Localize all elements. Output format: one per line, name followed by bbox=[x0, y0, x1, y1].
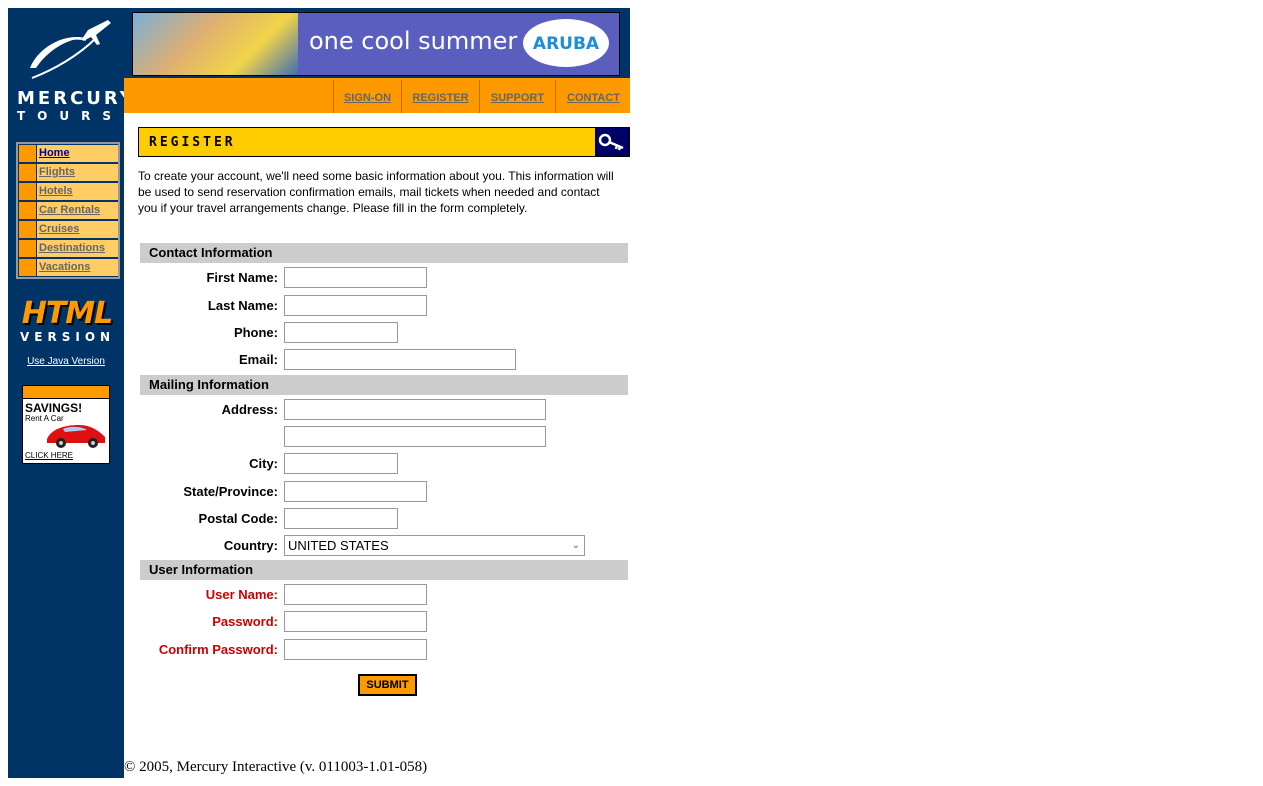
footer-copyright: © 2005, Mercury Interactive (v. 011003-1… bbox=[124, 759, 428, 775]
section-contact-information: Contact Information bbox=[140, 243, 628, 263]
last-name-label: Last Name: bbox=[207, 298, 278, 313]
country-selected-value: UNITED STATES bbox=[288, 538, 389, 553]
ad-headline: SAVINGS! bbox=[25, 401, 83, 415]
top-nav-link-contact[interactable]: CONTACT bbox=[567, 92, 620, 104]
side-nav-link-vacations[interactable]: Vacations bbox=[39, 261, 90, 273]
top-nav: SIGN-ON REGISTER SUPPORT CONTACT bbox=[124, 78, 630, 113]
side-nav-link-cruises[interactable]: Cruises bbox=[39, 223, 79, 235]
side-nav: Home Flights Hotels Car Rentals Cruises … bbox=[16, 142, 120, 279]
address-line1-input[interactable] bbox=[284, 399, 546, 420]
state-label: State/Province: bbox=[183, 484, 278, 499]
email-label: Email: bbox=[238, 352, 278, 367]
top-nav-item-sign-on: SIGN-ON bbox=[333, 80, 401, 113]
red-car-icon bbox=[47, 425, 105, 448]
password-input[interactable] bbox=[284, 611, 427, 632]
bullet-square-icon bbox=[19, 240, 36, 257]
side-nav-item-hotels: Hotels bbox=[18, 182, 118, 201]
postal-code-label: Postal Code: bbox=[198, 511, 278, 526]
top-nav-item-contact: CONTACT bbox=[555, 80, 631, 113]
state-input[interactable] bbox=[284, 481, 427, 502]
brand-name-line1: MERCURY bbox=[17, 88, 136, 109]
section-user-information: User Information bbox=[140, 560, 628, 580]
country-label: Country: bbox=[223, 538, 278, 553]
top-nav-link-sign-on[interactable]: SIGN-ON bbox=[344, 92, 391, 104]
user-name-label: User Name: bbox=[205, 587, 278, 602]
page-title: REGISTER bbox=[149, 135, 236, 150]
page-title-bar: REGISTER bbox=[138, 127, 630, 157]
html-version-subtitle: VERSION bbox=[20, 330, 116, 344]
side-nav-item-destinations: Destinations bbox=[18, 239, 118, 258]
last-name-input[interactable] bbox=[284, 295, 427, 316]
postal-code-input[interactable] bbox=[284, 508, 398, 529]
address-label: Address: bbox=[221, 402, 278, 417]
sidebar: MERCURY TOURS Home Flights Hotels Car Re… bbox=[8, 8, 133, 778]
top-nav-item-support: SUPPORT bbox=[479, 80, 555, 113]
side-nav-item-flights: Flights bbox=[18, 163, 118, 182]
side-nav-link-destinations[interactable]: Destinations bbox=[39, 242, 105, 254]
first-name-label: First Name: bbox=[206, 270, 278, 285]
side-nav-item-car-rentals: Car Rentals bbox=[18, 201, 118, 220]
mercury-tours-logo[interactable]: MERCURY TOURS bbox=[8, 8, 133, 138]
intro-text: To create your account, we'll need some … bbox=[138, 169, 614, 215]
banner-photo bbox=[133, 13, 298, 75]
banner-ad[interactable]: one cool summer ARUBA bbox=[132, 12, 620, 76]
top-nav-link-register[interactable]: REGISTER bbox=[412, 92, 468, 104]
submit-button[interactable]: SUBMIT bbox=[358, 674, 417, 696]
side-nav-link-car-rentals[interactable]: Car Rentals bbox=[39, 204, 100, 216]
banner-text: one cool summer bbox=[309, 27, 518, 55]
password-label: Password: bbox=[212, 614, 278, 629]
side-nav-link-home[interactable]: Home bbox=[39, 147, 70, 159]
address-line2-input[interactable] bbox=[284, 426, 546, 447]
bullet-square-icon bbox=[19, 145, 36, 162]
city-input[interactable] bbox=[284, 453, 398, 474]
airplane-logo-icon bbox=[30, 20, 111, 79]
section-mailing-information: Mailing Information bbox=[140, 375, 628, 395]
bullet-square-icon bbox=[19, 202, 36, 219]
ad-cta: CLICK HERE bbox=[25, 451, 74, 460]
country-select[interactable]: UNITED STATES ⌄ bbox=[284, 535, 585, 556]
side-nav-item-vacations: Vacations bbox=[18, 258, 118, 277]
java-version-link[interactable]: Use Java Version bbox=[8, 356, 124, 367]
key-icon bbox=[595, 128, 629, 156]
city-label: City: bbox=[249, 456, 278, 471]
bullet-square-icon bbox=[19, 221, 36, 238]
side-nav-item-home: Home bbox=[18, 144, 118, 163]
chevron-down-icon: ⌄ bbox=[571, 540, 580, 551]
side-nav-link-flights[interactable]: Flights bbox=[39, 166, 75, 178]
top-nav-link-support[interactable]: SUPPORT bbox=[491, 92, 544, 104]
html-version-badge: HTML VERSION bbox=[20, 296, 116, 345]
confirm-password-input[interactable] bbox=[284, 639, 427, 660]
brand-name-line2: TOURS bbox=[17, 109, 124, 123]
bullet-square-icon bbox=[19, 259, 36, 276]
bullet-square-icon bbox=[19, 164, 36, 181]
side-nav-link-hotels[interactable]: Hotels bbox=[39, 185, 73, 197]
email-input[interactable] bbox=[284, 349, 516, 370]
phone-label: Phone: bbox=[233, 325, 278, 340]
html-version-title: HTML bbox=[21, 296, 114, 331]
user-name-input[interactable] bbox=[284, 584, 427, 605]
ad-top-bar bbox=[23, 386, 109, 399]
phone-input[interactable] bbox=[284, 322, 398, 343]
bullet-square-icon bbox=[19, 183, 36, 200]
confirm-password-label: Confirm Password: bbox=[158, 642, 278, 657]
top-nav-item-register: REGISTER bbox=[401, 80, 479, 113]
header-banner: one cool summer ARUBA bbox=[124, 8, 630, 78]
side-nav-item-cruises: Cruises bbox=[18, 220, 118, 239]
aruba-badge: ARUBA bbox=[523, 19, 609, 67]
first-name-input[interactable] bbox=[284, 267, 427, 288]
rent-a-car-ad[interactable]: SAVINGS! Rent A Car CLICK HERE bbox=[22, 385, 110, 464]
